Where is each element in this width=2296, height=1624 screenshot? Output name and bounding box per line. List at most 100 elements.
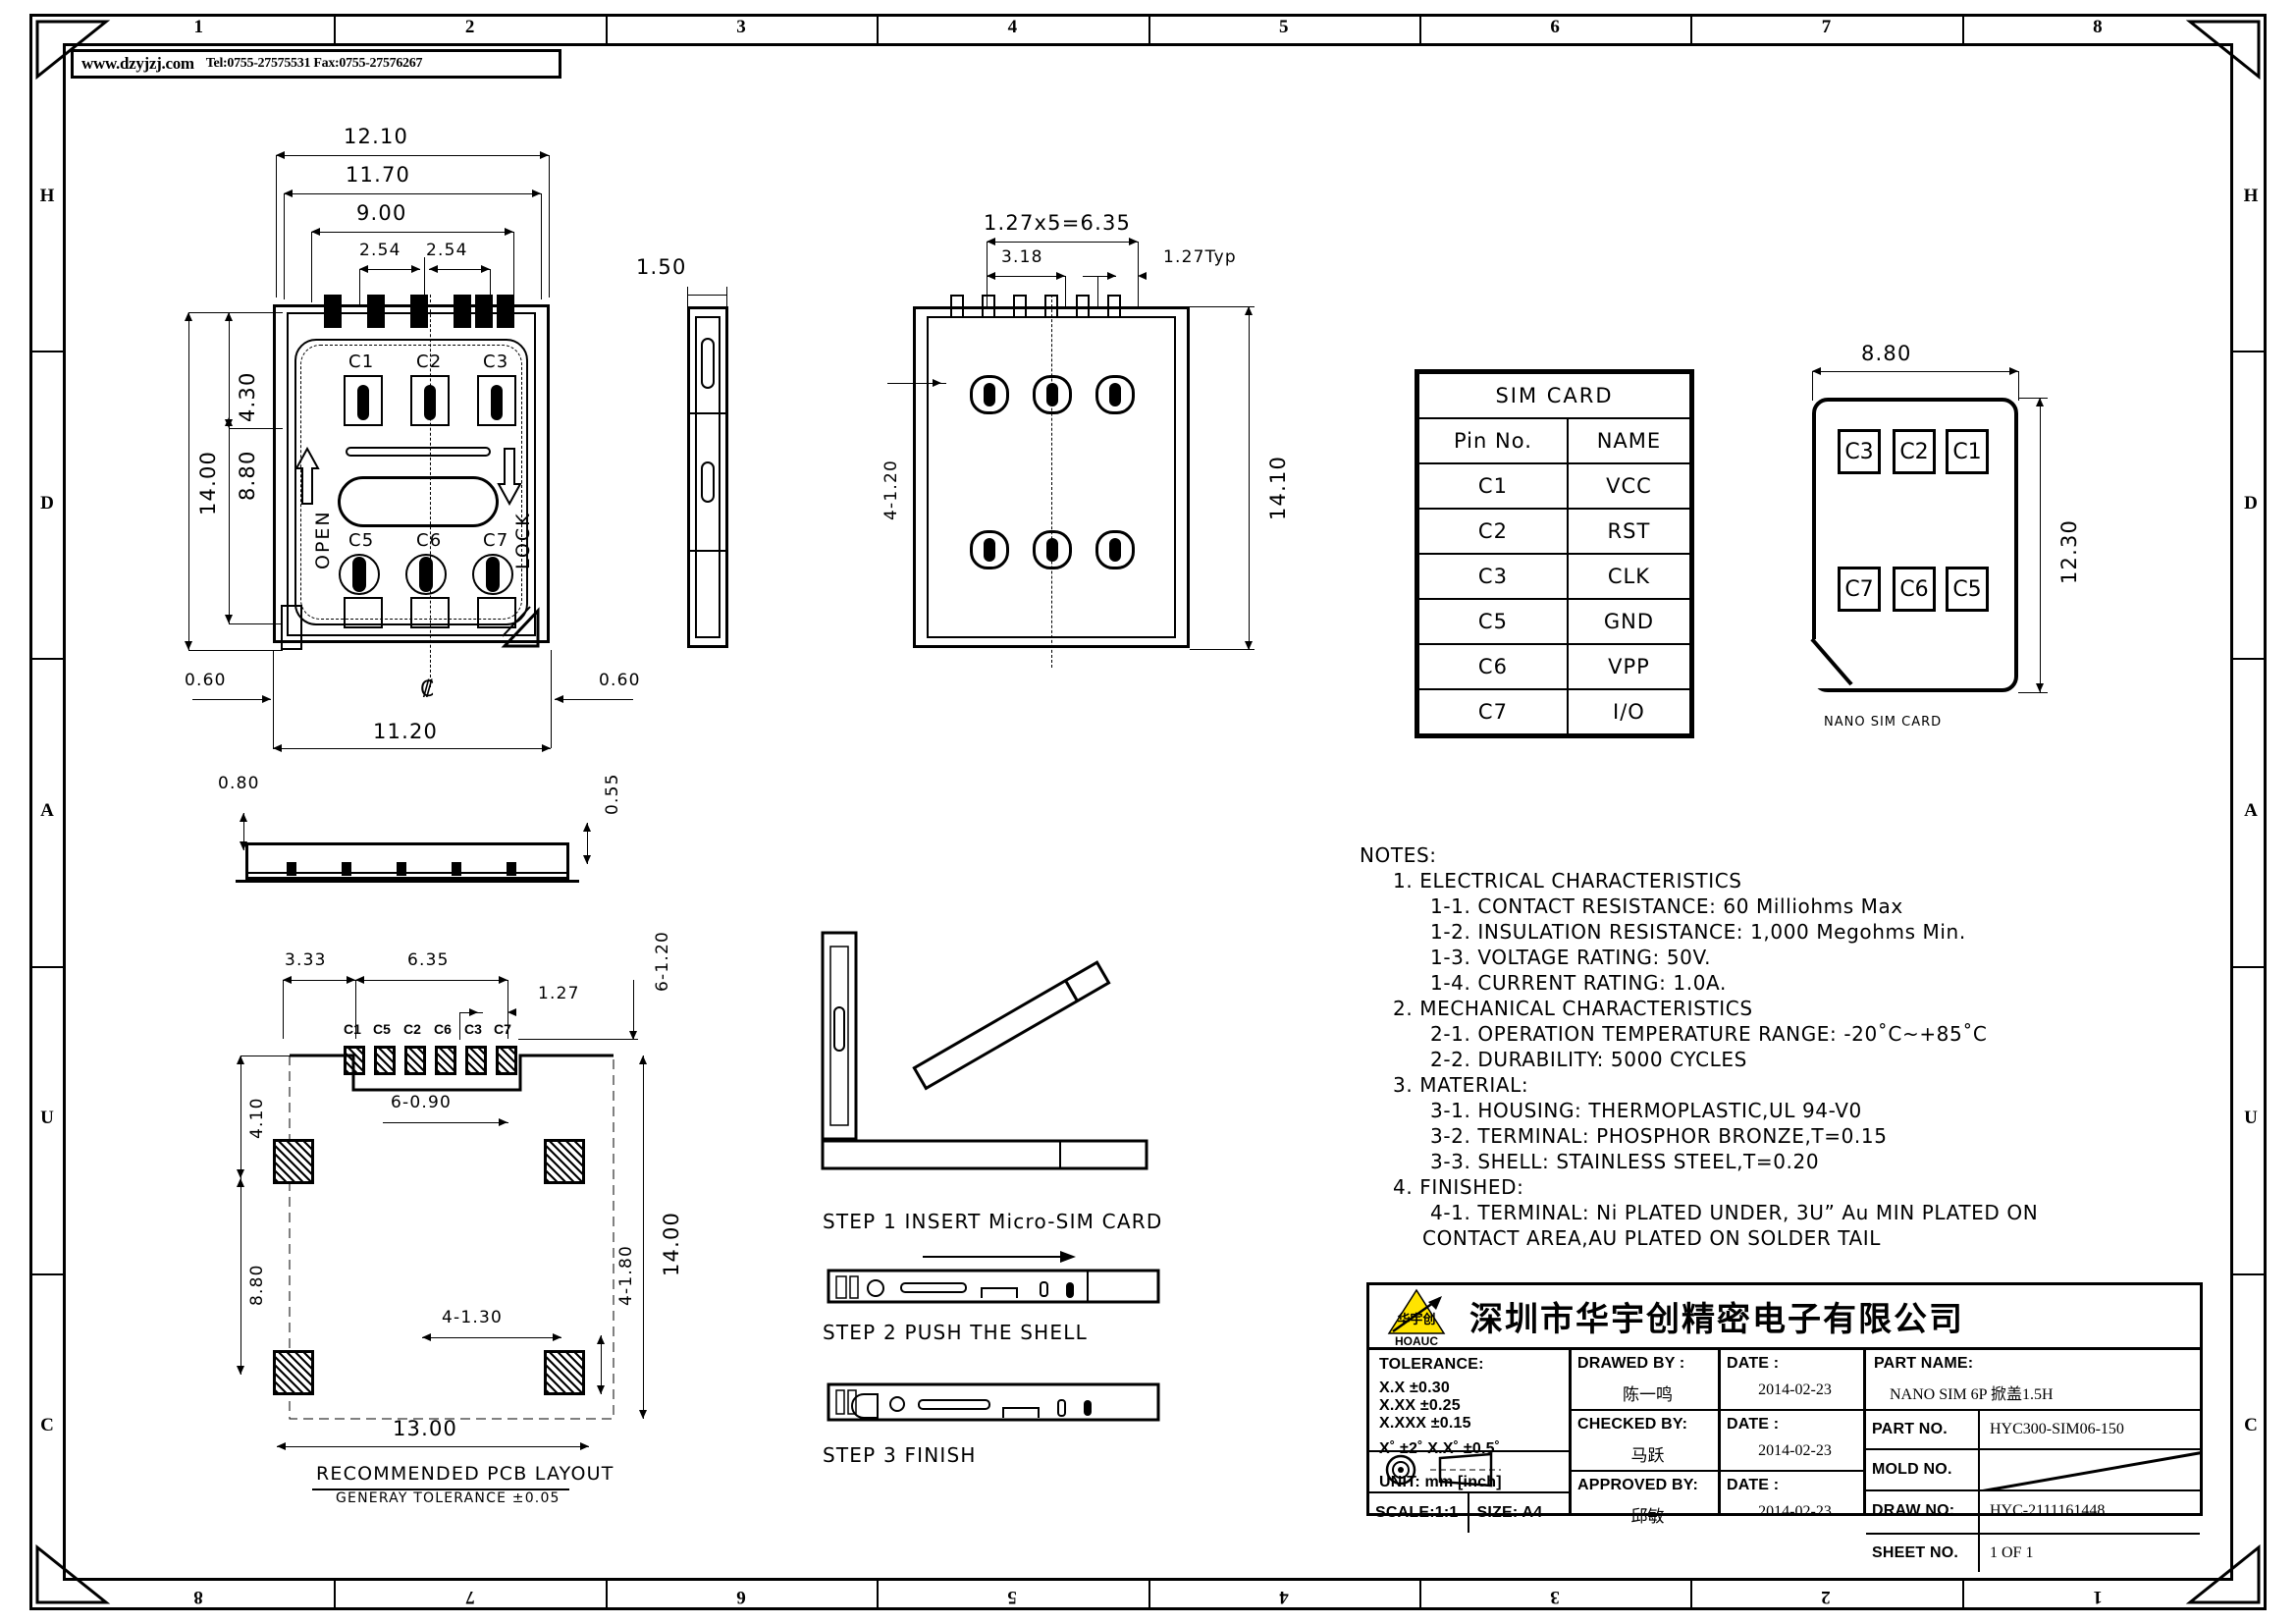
- pcb-dim-1-27: 1.27: [538, 984, 580, 1003]
- drawed-by-name: 陈一鸣: [1623, 1385, 1673, 1405]
- pin-no-cell: C5: [1417, 598, 1569, 645]
- open-label: OPEN: [312, 510, 334, 569]
- dim-0-60-right: 0.60: [599, 671, 641, 690]
- zone-label-left: U: [40, 1108, 54, 1129]
- zone-label-bottom: 4: [1278, 1587, 1289, 1607]
- note-line: 1. ELECTRICAL CHARACTERISTICS: [1393, 869, 1742, 893]
- pcb-dim-4-10: 4.10: [247, 1097, 267, 1139]
- pcb-dim-6-0-90: 6-0.90: [391, 1093, 453, 1112]
- sheet-no-value: 1 OF 1: [1990, 1544, 2034, 1561]
- zone-label-top: 7: [1821, 17, 1832, 37]
- pin-name-cell: GND: [1566, 598, 1692, 645]
- company-url-banner: www.dzyjzj.com Tel:0755-27575531 Fax:075…: [71, 49, 561, 79]
- title-block-grid: TOLERANCE: X.X ±0.30 X.XX ±0.25 X.XXX ±0…: [1369, 1350, 2200, 1572]
- zone-label-bottom: 1: [2093, 1587, 2103, 1607]
- pin-no-cell: C1: [1417, 462, 1569, 510]
- pin-name-cell: VCC: [1566, 462, 1692, 510]
- dim-11-70: 11.70: [346, 163, 411, 187]
- note-line: 1-3. VOLTAGE RATING: 50V.: [1430, 946, 1712, 969]
- pcb-dim-3-33: 3.33: [285, 950, 327, 970]
- sheet-no-label: SHEET NO.: [1872, 1544, 1959, 1561]
- pcb-layout-subtitle: GENERAY TOLERANCE ±0.05: [336, 1490, 561, 1506]
- zone-label-bottom: 3: [1550, 1587, 1560, 1607]
- contact-label-c5: C5: [348, 530, 375, 551]
- company-name-cn: 深圳市华宇创精密电子有限公司: [1469, 1300, 1964, 1339]
- note-line: 1-1. CONTACT RESISTANCE: 60 Milliohms Ma…: [1430, 894, 1903, 918]
- pin-no-cell: C2: [1417, 508, 1569, 555]
- note-line: 2-1. OPERATION TEMPERATURE RANGE: -20˚C~…: [1430, 1022, 1988, 1046]
- nano-sim-card-body: C3 C2 C1 C7 C6 C5: [1810, 398, 2018, 692]
- pcb-pad-label-c3: C3: [464, 1021, 482, 1037]
- signoff-names-column: DRAWED BY : 陈一鸣 CHECKED BY: 马跃 APPROVED …: [1572, 1350, 1721, 1527]
- tolerance-column: TOLERANCE: X.X ±0.30 X.XX ±0.25 X.XXX ±0…: [1369, 1350, 1572, 1533]
- pin-no-cell: C7: [1417, 688, 1569, 735]
- centerline-symbol: ₡: [420, 677, 436, 702]
- nano-pad-c6: C6: [1893, 567, 1936, 612]
- zone-label-bottom: 6: [736, 1587, 746, 1607]
- drawed-date-label: DATE :: [1727, 1355, 1780, 1372]
- dim-4-1-20: 4-1.20: [881, 459, 901, 520]
- zone-label-right: H: [2243, 185, 2259, 206]
- zone-label-bottom: 2: [1821, 1587, 1832, 1607]
- pin-table-row: C2 RST: [1417, 508, 1692, 555]
- zone-label-bottom: 5: [1007, 1587, 1018, 1607]
- dim-8-80: 8.80: [236, 450, 259, 501]
- tolerance-row-1: X.X ±0.30: [1379, 1380, 1450, 1396]
- part-no-label: PART NO.: [1872, 1421, 1948, 1437]
- step3-graphic: [827, 1382, 1160, 1422]
- tolerance-row-2: X.XX ±0.25: [1379, 1397, 1461, 1414]
- shell-slot-small: [346, 447, 491, 457]
- zone-label-top: 5: [1278, 17, 1289, 37]
- pin-name-cell: I/O: [1566, 688, 1692, 735]
- zone-label-top: 1: [193, 17, 203, 37]
- scale-label: SCALE:1:1: [1375, 1504, 1459, 1521]
- empty-field-slash: [1982, 1451, 2200, 1489]
- svg-text:华宇创: 华宇创: [1397, 1312, 1435, 1327]
- dim-0-60-left: 0.60: [185, 671, 227, 690]
- note-line: 2. MECHANICAL CHARACTERISTICS: [1393, 997, 1753, 1020]
- dim-9-00: 9.00: [356, 201, 407, 225]
- pcb-dim-13-00: 13.00: [393, 1417, 458, 1440]
- zone-label-top: 8: [2093, 17, 2103, 37]
- checked-by-label: CHECKED BY:: [1577, 1416, 1688, 1433]
- approved-by-label: APPROVED BY:: [1577, 1477, 1699, 1493]
- dim-1-50: 1.50: [636, 255, 687, 279]
- pin-table-header-pin: Pin No.: [1417, 417, 1569, 464]
- pcb-dim-6-1-20: 6-1.20: [653, 930, 672, 992]
- dim-11-20: 11.20: [373, 720, 439, 743]
- note-line: 1-4. CURRENT RATING: 1.0A.: [1430, 971, 1727, 995]
- notes-block: NOTES: 1. ELECTRICAL CHARACTERISTICS 1-1.…: [1360, 842, 2174, 1251]
- nano-pad-c2: C2: [1893, 429, 1936, 474]
- dim-3-18: 3.18: [1001, 247, 1043, 267]
- zone-label-right: U: [2244, 1108, 2258, 1129]
- zone-label-left: H: [39, 185, 55, 206]
- approved-date-value: 2014-02-23: [1758, 1503, 1832, 1520]
- approved-date-label: DATE :: [1727, 1477, 1780, 1493]
- dim-12-10: 12.10: [344, 125, 409, 148]
- company-header: 华宇创 HOAUC 深圳市华宇创精密电子有限公司: [1369, 1285, 2200, 1350]
- tolerance-label: TOLERANCE:: [1379, 1356, 1484, 1373]
- dim-1-27x5: 1.27x5=6.35: [984, 211, 1132, 235]
- nano-pad-c5: C5: [1946, 567, 1989, 612]
- pcb-dim-6-35: 6.35: [407, 950, 450, 970]
- company-logo: 华宇创 HOAUC: [1369, 1286, 1464, 1348]
- lock-arrow-icon: [497, 448, 522, 506]
- pin-no-cell: C3: [1417, 553, 1569, 600]
- part-name-value: NANO SIM 6P 掀盖1.5H: [1890, 1386, 2054, 1403]
- dim-0-55: 0.55: [603, 773, 622, 815]
- dim-0-80: 0.80: [218, 774, 260, 793]
- step2-graphic: [827, 1251, 1160, 1304]
- zone-label-left: D: [40, 492, 54, 514]
- pin-table-row: C3 CLK: [1417, 553, 1692, 600]
- zone-label-right: A: [2244, 800, 2258, 821]
- contact-info: Tel:0755-27575531 Fax:0755-27576267: [205, 56, 423, 71]
- dim-1-27-typ: 1.27Typ: [1163, 247, 1237, 267]
- step1-label: STEP 1 INSERT Micro-SIM CARD: [823, 1210, 1163, 1233]
- note-line: 3-1. HOUSING: THERMOPLASTIC,UL 94-V0: [1430, 1099, 1862, 1122]
- dim-2-54-b: 2.54: [426, 241, 468, 260]
- zone-label-bottom: 8: [193, 1587, 203, 1607]
- size-label: SIZE: A4: [1476, 1504, 1543, 1521]
- zone-label-right: C: [2244, 1415, 2258, 1436]
- note-line: 3-2. TERMINAL: PHOSPHOR BRONZE,T=0.15: [1430, 1124, 1888, 1148]
- pcb-pad-label-c2: C2: [403, 1021, 421, 1037]
